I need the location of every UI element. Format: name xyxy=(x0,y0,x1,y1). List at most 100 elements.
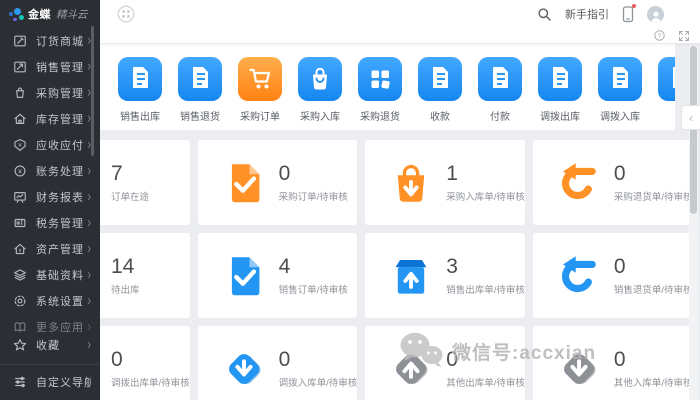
svg-text:¥: ¥ xyxy=(18,143,22,149)
chevron-right-icon: › xyxy=(87,268,91,282)
chevron-right-icon: › xyxy=(87,216,91,230)
sidebar-item-label: 更多应用 xyxy=(36,319,87,332)
apps-launcher-icon[interactable] xyxy=(117,5,135,23)
sidebar-item-favorites[interactable]: 收藏› xyxy=(0,332,100,358)
sidebar-item-receivable-payable[interactable]: ¥应收应付› xyxy=(0,132,100,158)
card-label: 采购订单/待审核 xyxy=(279,189,348,203)
card-label: 销售退货单/待审核 xyxy=(614,282,693,296)
card-other-inbound-pending[interactable]: 0其他入库单/待审核 xyxy=(533,326,693,400)
sidebar-item-asset-mgmt[interactable]: ¥资产管理› xyxy=(0,236,100,262)
sidebar-menu: 订货商城›销售管理›采购管理›库存管理›¥应收应付›¥账务处理›财务报表›税务管… xyxy=(0,28,100,332)
chevron-right-icon: › xyxy=(87,190,91,204)
card-count: 0 xyxy=(446,348,525,372)
sidebar-item-financial-reports[interactable]: 财务报表› xyxy=(0,184,100,210)
fullscreen-icon[interactable] xyxy=(678,30,690,42)
sidebar-fixed-menu: 收藏› 自定义导航 xyxy=(0,332,100,400)
chevron-right-icon: › xyxy=(87,294,91,308)
sidebar-item-custom-nav[interactable]: 自定义导航 xyxy=(0,364,100,398)
card-purchase-orders-pending[interactable]: 0采购订单/待审核 xyxy=(198,140,358,225)
shortcut-label: 采购退货 xyxy=(360,108,400,123)
shortcut-sales-outbound[interactable]: 销售出库 xyxy=(118,57,162,130)
shortcut-panel: 销售出库 销售退货 采购订单采购入库采购退货 收款付款调拨出库调拨入库 xyxy=(100,44,675,130)
card-count: 4 xyxy=(279,255,348,279)
search-icon[interactable] xyxy=(537,7,552,22)
card-other-outbound-pending[interactable]: 0 其他出库单/待审核 xyxy=(365,326,525,400)
sidebar-item-label: 应收应付 xyxy=(36,137,87,153)
card-sales-return-pending[interactable]: 0销售退货单/待审核 xyxy=(533,233,693,318)
card-label: 其他出库单/待审核 xyxy=(446,375,525,389)
shortcut-payment[interactable]: 付款 xyxy=(478,57,522,130)
help-icon[interactable]: ? xyxy=(653,29,666,42)
sidebar: 金蝶 精斗云 订货商城›销售管理›采购管理›库存管理›¥应收应付›¥账务处理›财… xyxy=(0,0,100,400)
card-transfer-in-pending[interactable]: 0调拨入库单/待审核 xyxy=(198,326,358,400)
main-content: 销售出库销售退货采购订单采购入库采购退货收款付款调拨出库调拨入库 7订单在途0采… xyxy=(100,44,700,400)
card-to-outbound[interactable]: 14待出库 xyxy=(100,233,190,318)
side-panel-toggle[interactable]: ‹ xyxy=(681,105,700,130)
card-sales-orders-pending[interactable]: 4销售订单/待审核 xyxy=(198,233,358,318)
card-purchase-inbound-pending[interactable]: 1采购入库单/待审核 xyxy=(365,140,525,225)
card-meta: 7订单在途 xyxy=(111,162,149,203)
sidebar-item-label: 系统设置 xyxy=(36,293,87,309)
sidebar-item-label: 财务报表 xyxy=(36,189,87,205)
card-meta: 0调拨出库单/待审核 xyxy=(111,348,190,389)
shortcut-transfer-out[interactable]: 调拨出库 xyxy=(538,57,582,130)
sliders-icon xyxy=(13,375,27,389)
asset-icon: ¥ xyxy=(13,242,27,256)
scrollbar-thumb[interactable] xyxy=(690,46,697,214)
star-icon xyxy=(13,338,27,352)
undo-icon xyxy=(557,254,601,298)
sidebar-item-accounting[interactable]: ¥账务处理› xyxy=(0,158,100,184)
card-purchase-return-pending[interactable]: 0采购退货单/待审核 xyxy=(533,140,693,225)
sidebar-item-label: 销售管理 xyxy=(36,59,87,75)
user-avatar[interactable] xyxy=(647,6,664,23)
doc-icon xyxy=(658,57,675,101)
shortcut-clipped-shortcut[interactable] xyxy=(658,57,675,130)
shortcut-label: 销售出库 xyxy=(120,108,160,123)
sidebar-item-tax-mgmt[interactable]: 税务管理› xyxy=(0,210,100,236)
sidebar-item-more-apps[interactable]: 更多应用› xyxy=(0,314,100,332)
undo-icon xyxy=(557,161,601,205)
shortcut-receipt[interactable]: 收款 xyxy=(418,57,462,130)
chevron-right-icon: › xyxy=(87,242,91,256)
shortcut-purchase-return[interactable]: 采购退货 xyxy=(358,57,402,130)
svg-text:?: ? xyxy=(658,33,662,40)
sidebar-item-label: 税务管理 xyxy=(36,215,87,231)
shortcut-purchase-inbound[interactable]: 采购入库 xyxy=(298,57,342,130)
sidebar-item-label: 自定义导航 xyxy=(36,374,91,390)
chevron-right-icon: › xyxy=(87,164,91,178)
sidebar-item-base-data[interactable]: 基础资料› xyxy=(0,262,100,288)
card-label: 销售出库单/待审核 xyxy=(446,282,525,296)
ticket-icon xyxy=(13,216,27,230)
card-count: 14 xyxy=(111,255,140,279)
sidebar-scrollbar-thumb[interactable] xyxy=(91,26,94,156)
sidebar-item-sales-mgmt[interactable]: 销售管理› xyxy=(0,54,100,80)
sidebar-item-system-settings[interactable]: 系统设置› xyxy=(0,288,100,314)
doc-icon xyxy=(598,57,642,101)
doc-icon xyxy=(478,57,522,101)
box-up-icon xyxy=(389,254,433,298)
mobile-app-icon[interactable] xyxy=(622,6,634,23)
card-meta: 0销售退货单/待审核 xyxy=(614,255,693,296)
svg-text:¥: ¥ xyxy=(19,249,22,255)
card-meta: 0采购订单/待审核 xyxy=(279,162,348,203)
card-label: 其他入库单/待审核 xyxy=(614,375,693,389)
shortcut-sales-return[interactable]: 销售退货 xyxy=(178,57,222,130)
shortcut-label: 销售退货 xyxy=(180,108,220,123)
card-transfer-out-pending[interactable]: 0调拨出库单/待审核 xyxy=(100,326,190,400)
page-toolbar: ? xyxy=(100,28,700,44)
card-sales-outbound-pending[interactable]: 3 销售出库单/待审核 xyxy=(365,233,525,318)
card-meta: 3 销售出库单/待审核 xyxy=(446,255,525,296)
card-meta: 14待出库 xyxy=(111,255,140,296)
coin-icon: ¥ xyxy=(13,164,27,178)
card-label: 采购退货单/待审核 xyxy=(614,189,693,203)
top-bar: 新手指引 xyxy=(100,0,700,29)
card-count: 3 xyxy=(446,255,525,279)
card-label: 订单在途 xyxy=(111,189,149,203)
sidebar-item-order-mall[interactable]: 订货商城› xyxy=(0,28,100,54)
beginner-guide-link[interactable]: 新手指引 xyxy=(565,6,609,22)
sidebar-item-inventory-mgmt[interactable]: 库存管理› xyxy=(0,106,100,132)
shortcut-transfer-in[interactable]: 调拨入库 xyxy=(598,57,642,130)
shortcut-purchase-order[interactable]: 采购订单 xyxy=(238,57,282,130)
card-orders-in-transit[interactable]: 7订单在途 xyxy=(100,140,190,225)
sidebar-item-purchase-mgmt[interactable]: 采购管理› xyxy=(0,80,100,106)
